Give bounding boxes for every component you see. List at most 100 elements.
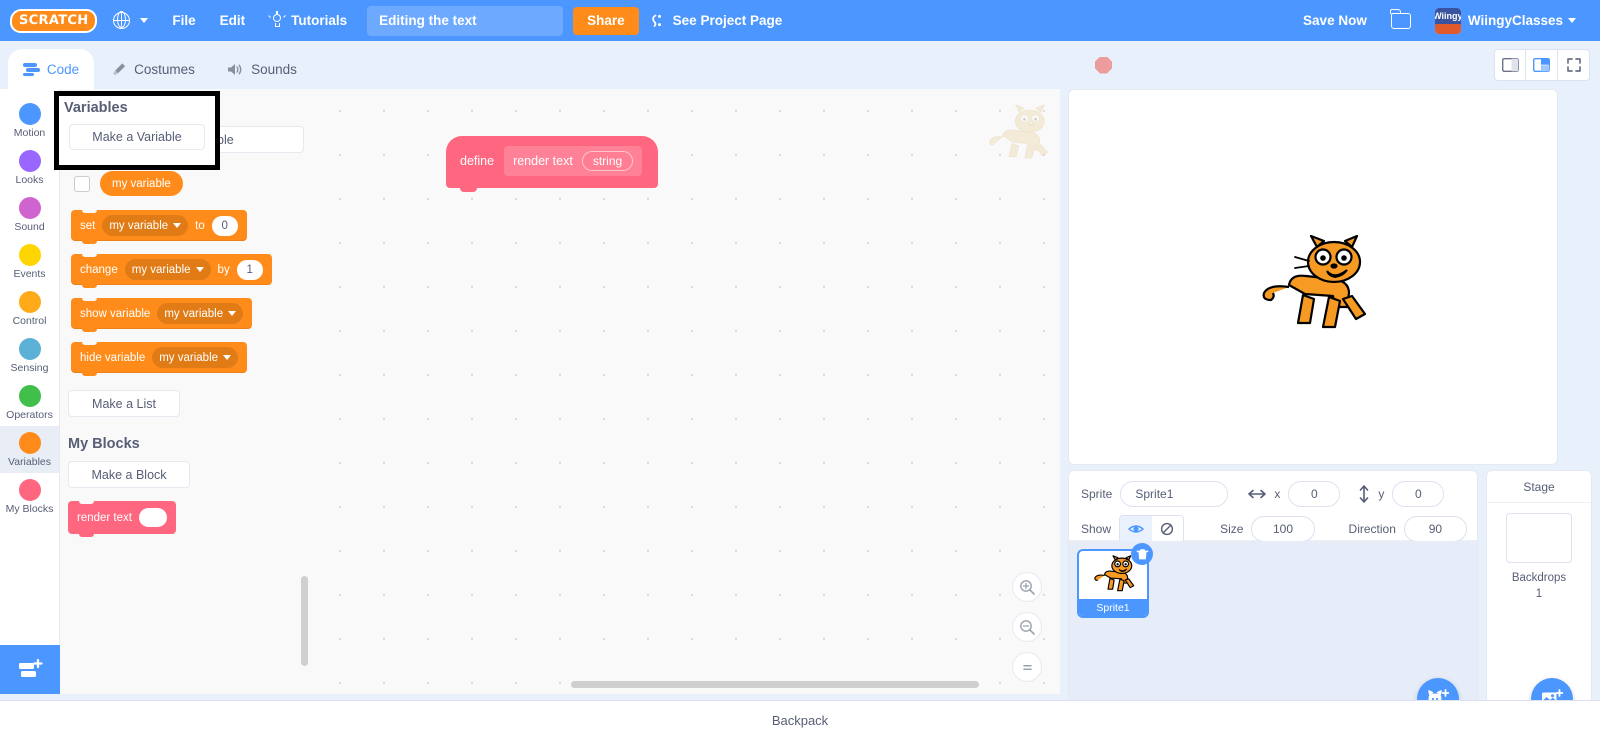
tab-sounds-label: Sounds (251, 61, 297, 77)
category-control[interactable]: Control (0, 285, 59, 332)
my-stuff-button[interactable] (1379, 0, 1423, 41)
category-motion[interactable]: Motion (0, 97, 59, 144)
category-looks[interactable]: Looks (0, 144, 59, 191)
zoom-out-button[interactable] (1012, 612, 1042, 642)
direction-input[interactable]: 90 (1403, 516, 1467, 542)
category-events[interactable]: Events (0, 238, 59, 285)
to-label: to (195, 219, 205, 232)
scratch-cat-thumbnail (1094, 555, 1135, 592)
eye-icon (1127, 525, 1144, 533)
edit-menu[interactable]: Edit (208, 0, 258, 41)
account-menu[interactable]: Wiingy WiingyClasses (1423, 0, 1588, 41)
zoom-out-icon (1019, 619, 1035, 635)
y-input[interactable]: 0 (1392, 481, 1445, 507)
category-sound[interactable]: Sound (0, 191, 59, 238)
tab-code-label: Code (46, 61, 80, 77)
tab-code[interactable]: Code (8, 49, 94, 89)
set-value-input[interactable]: 0 (211, 215, 238, 236)
change-value-input[interactable]: 1 (236, 259, 263, 280)
backpack-panel[interactable]: Backpack (0, 700, 1600, 747)
see-project-page-button[interactable]: See Project Page (649, 12, 783, 29)
tutorials-menu[interactable]: Tutorials (257, 0, 359, 41)
speaker-icon (228, 63, 242, 75)
share-button[interactable]: Share (573, 6, 639, 35)
block-render-text-custom[interactable]: render text (68, 500, 176, 537)
chevron-down-icon (1568, 18, 1576, 23)
save-now-button[interactable]: Save Now (1291, 0, 1379, 41)
category-operators[interactable]: Operators (0, 379, 59, 426)
custom-block-prototype[interactable]: render text string (504, 146, 643, 176)
stage[interactable] (1068, 89, 1558, 465)
language-selector[interactable] (101, 0, 160, 41)
fullscreen-icon (1566, 58, 1581, 72)
category-sensing[interactable]: Sensing (0, 332, 59, 379)
direction-label: Direction (1348, 522, 1396, 536)
trash-icon (1136, 548, 1148, 559)
show-hidden-button[interactable] (1151, 516, 1184, 542)
highlight-heading: Variables (64, 100, 128, 116)
show-visible-button[interactable] (1120, 516, 1152, 542)
hide-variable-dropdown[interactable]: my variable (152, 347, 239, 368)
category-my-blocks[interactable]: My Blocks (0, 473, 59, 520)
palette-scrollbar[interactable] (301, 576, 308, 666)
add-extension-button[interactable] (0, 645, 60, 694)
block-my-variable-reporter[interactable]: my variable (100, 171, 183, 196)
block-category-list: Motion Looks Sound Events Control Sensin… (0, 89, 60, 694)
change-variable-dropdown[interactable]: my variable (124, 259, 211, 280)
code-workspace[interactable]: define render text string (318, 89, 1060, 694)
zoom-reset-button[interactable] (1012, 652, 1042, 682)
tab-costumes[interactable]: Costumes (96, 49, 210, 89)
backpack-title[interactable]: Backpack (0, 701, 1600, 728)
delete-sprite-button[interactable] (1131, 543, 1153, 565)
custom-block-label: render text (77, 511, 132, 524)
large-stage-button[interactable] (1526, 49, 1558, 81)
block-change-variable-by[interactable]: change my variable by 1 (71, 253, 272, 288)
small-stage-button[interactable] (1494, 49, 1526, 81)
see-project-page-label: See Project Page (672, 13, 783, 28)
prototype-argument-string[interactable]: string (581, 151, 634, 171)
variable-visibility-checkbox[interactable] (74, 175, 90, 192)
zoom-in-button[interactable] (1012, 572, 1042, 602)
block-palette[interactable]: Variables Make a Variable my variable se… (60, 89, 318, 694)
highlight-make-a-variable-button[interactable]: Make a Variable (69, 124, 205, 150)
tab-sounds[interactable]: Sounds (212, 49, 312, 89)
stage-thumbnail[interactable] (1506, 513, 1572, 563)
x-input[interactable]: 0 (1288, 481, 1341, 507)
block-set-variable-to[interactable]: set my variable to 0 (71, 209, 247, 244)
sprite-info: Sprite Sprite1 x 0 y 0 Show Size 100 Dir… (1069, 471, 1477, 543)
y-label: y (1378, 487, 1385, 501)
prototype-name: render text (513, 154, 573, 168)
avatar: Wiingy (1434, 7, 1461, 34)
block-hide-variable[interactable]: hide variable my variable (71, 341, 248, 376)
stage-controls (1060, 41, 1600, 89)
size-label: Size (1220, 522, 1244, 536)
sprite-name-label: Sprite (1081, 487, 1113, 501)
scratch-cat-sprite[interactable] (1251, 235, 1371, 337)
size-input[interactable]: 100 (1251, 516, 1315, 542)
custom-block-arg-slot[interactable] (138, 508, 167, 527)
stage-selector-panel[interactable]: Stage Backdrops 1 (1486, 470, 1592, 735)
workspace-horizontal-scrollbar[interactable] (571, 681, 979, 688)
tab-costumes-label: Costumes (134, 61, 195, 77)
fullscreen-button[interactable] (1558, 49, 1590, 81)
show-variable-dropdown[interactable]: my variable (157, 303, 244, 324)
set-label: set (80, 219, 96, 232)
project-title-input[interactable] (367, 5, 564, 36)
make-a-block-button[interactable]: Make a Block (68, 461, 190, 488)
show-toggle-group (1119, 515, 1185, 543)
scratch-logo[interactable]: SCRATCH (9, 8, 98, 33)
globe-icon (112, 11, 131, 29)
block-show-variable[interactable]: show variable my variable (71, 297, 253, 332)
category-variables[interactable]: Variables (0, 426, 59, 473)
file-menu[interactable]: File (160, 0, 207, 41)
change-label: change (80, 263, 118, 276)
avatar-text: Wiingy (1434, 7, 1461, 24)
stop-sign-icon[interactable] (1095, 56, 1112, 74)
set-variable-dropdown[interactable]: my variable (102, 215, 189, 236)
sprite-name-input[interactable]: Sprite1 (1120, 481, 1229, 507)
make-a-list-button[interactable]: Make a List (68, 390, 180, 417)
add-extension-icon (19, 658, 43, 677)
hide-variable-label: hide variable (80, 351, 146, 364)
chevron-down-icon (140, 18, 149, 23)
define-render-text-block[interactable]: define render text string (446, 136, 659, 192)
